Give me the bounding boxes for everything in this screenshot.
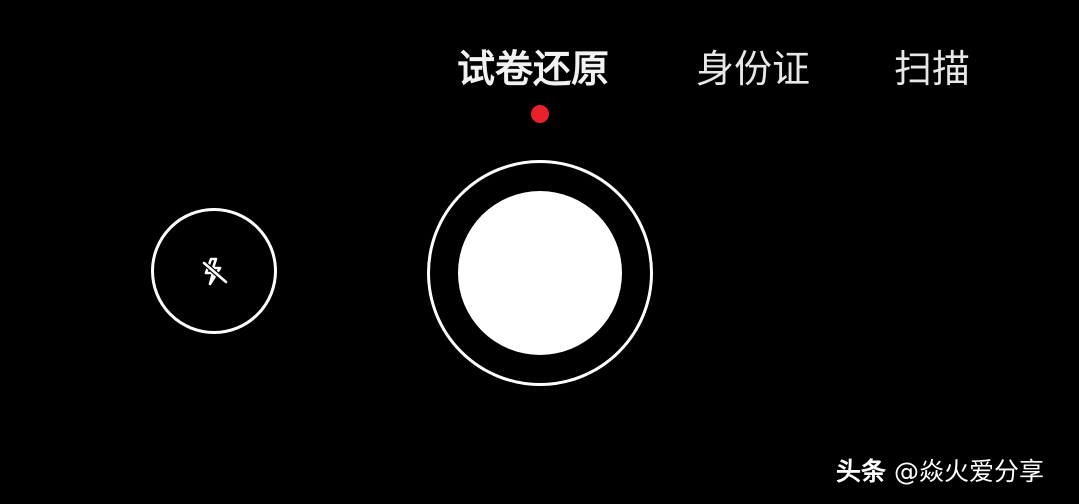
mode-tabs: 试卷还原 身份证 扫描 [0, 44, 1079, 94]
flash-off-icon [202, 257, 228, 286]
camera-screen: 试卷还原 身份证 扫描 头条 @焱火爱分享 [0, 0, 1079, 504]
tab-paper-restore[interactable]: 试卷还原 [457, 44, 609, 94]
shutter-inner-circle [458, 191, 622, 355]
watermark-brand: 头条 [836, 457, 887, 486]
active-mode-indicator [531, 105, 549, 123]
tab-id-card[interactable]: 身份证 [696, 44, 810, 94]
watermark: 头条 @焱火爱分享 [836, 452, 1044, 492]
watermark-handle: @焱火爱分享 [894, 457, 1045, 486]
shutter-button[interactable] [427, 160, 653, 386]
tab-scan[interactable]: 扫描 [894, 44, 970, 94]
flash-toggle-button[interactable] [151, 208, 277, 334]
